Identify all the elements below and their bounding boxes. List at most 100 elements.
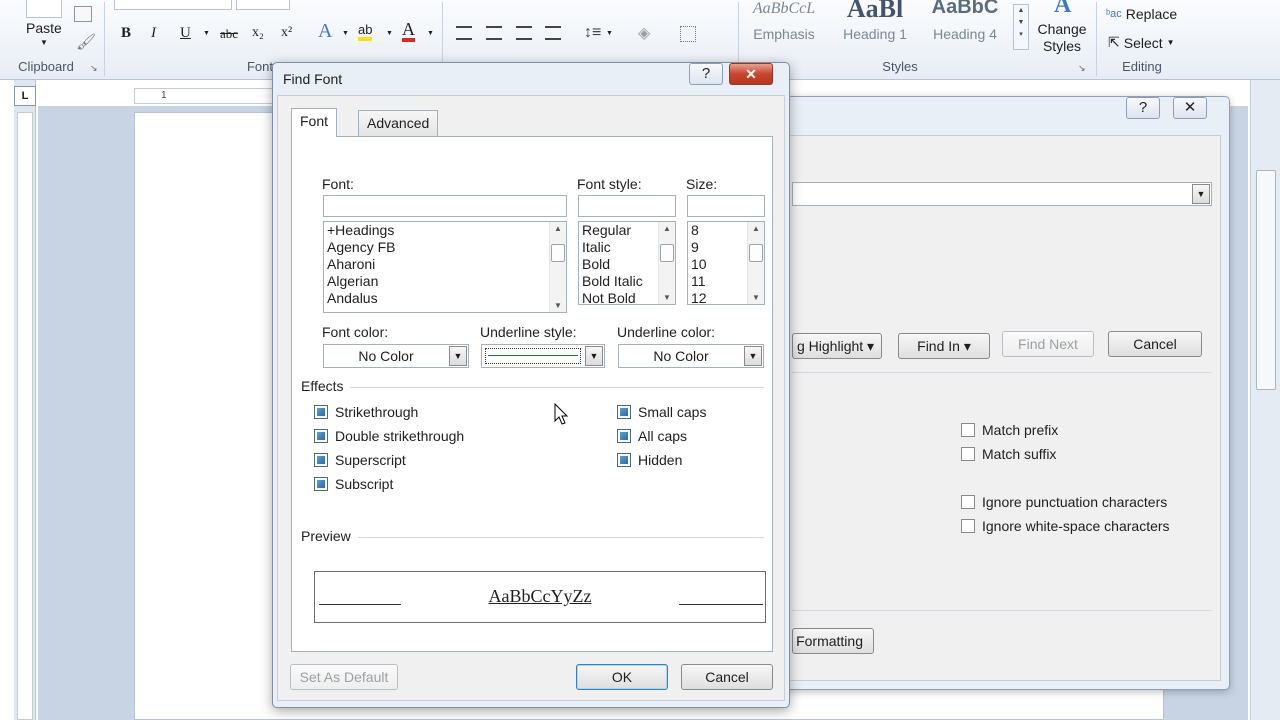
change-styles-button[interactable]: Change Styles [1034,21,1090,55]
mouse-cursor-icon [554,403,569,425]
underline-button[interactable]: U [180,25,191,42]
font-color-select[interactable]: No Color ▼ [323,344,469,368]
find-what-combo[interactable]: ▼ [792,182,1212,206]
tab-advanced[interactable]: Advanced [358,110,439,136]
scrollbar-thumb[interactable] [1256,170,1276,390]
list-item[interactable]: Agency FB [324,239,566,256]
copy-icon[interactable] [74,6,92,22]
font-style-list[interactable]: Regular Italic Bold Bold Italic Not Bold… [578,221,676,305]
close-icon[interactable]: ✕ [729,63,773,85]
highlight-button[interactable]: ab [358,23,373,41]
scroll-up-icon: ▲ [554,224,562,233]
shading-icon[interactable]: ◈ [638,23,650,43]
list-item[interactable]: Algerian [324,273,566,290]
subscript-button[interactable]: x₂ [252,25,264,41]
list-item[interactable]: Aharoni [324,256,566,273]
underline-color-label: Underline color: [617,324,716,340]
justify-icon[interactable] [545,26,561,40]
cancel-button[interactable]: Cancel [681,664,773,690]
font-style-label: Font style: [577,176,642,192]
font-name-input[interactable] [323,195,567,217]
subscript-checkbox[interactable]: Subscript [314,476,393,492]
superscript-checkbox[interactable]: Superscript [314,452,406,468]
chevron-down-icon[interactable]: ▼ [744,346,762,366]
format-painter-icon[interactable]: 🖌 [76,32,96,52]
scroll-down-icon: ▼ [663,293,671,302]
ignore-whitespace-checkbox[interactable]: Ignore white-space characters [961,518,1170,534]
formatting-button[interactable]: Formatting [792,628,874,654]
vertical-scrollbar[interactable] [1250,80,1280,720]
font-size-input[interactable] [687,195,765,217]
styles-launcher-icon[interactable]: ↘ [1078,63,1086,74]
underline-dropdown-icon[interactable]: ▼ [203,30,210,37]
effects-heading: Effects [301,378,344,394]
align-left-icon[interactable] [456,26,472,40]
style-name-emphasis[interactable]: Emphasis [744,26,824,42]
align-right-icon[interactable] [516,26,532,40]
strikethrough-checkbox[interactable]: Strikethrough [314,404,418,420]
cancel-button[interactable]: Cancel [1108,331,1202,357]
underline-style-select[interactable]: ▼ [481,344,605,368]
italic-button[interactable]: I [151,25,156,42]
font-size-combo[interactable] [236,0,290,10]
font-name-combo[interactable] [114,0,232,10]
underline-color-select[interactable]: No Color ▼ [618,344,764,368]
clipboard-launcher-icon[interactable]: ↘ [90,63,98,74]
tab-selector-button[interactable]: L [14,86,36,106]
text-effects-icon[interactable]: A [318,20,332,43]
align-center-icon[interactable] [486,26,502,40]
font-style-input[interactable] [578,195,676,217]
paste-button[interactable]: Paste [26,20,62,36]
style-preview-heading4[interactable]: AaBbC [922,0,1008,19]
find-in-button[interactable]: Find In ▾ [898,333,990,359]
tab-font[interactable]: Font [291,108,338,137]
chevron-down-icon[interactable]: ▼ [1192,184,1210,204]
borders-icon[interactable] [680,26,696,42]
font-list[interactable]: +Headings Agency FB Aharoni Algerian And… [323,221,567,313]
chevron-down-icon[interactable]: ▼ [585,346,603,366]
style-preview-emphasis[interactable]: AaBbCcL [744,0,824,18]
underline-style-label: Underline style: [480,324,577,340]
ok-button[interactable]: OK [576,664,668,690]
style-name-heading1[interactable]: Heading 1 [832,26,918,42]
select-button[interactable]: ⇱ Select ▼ [1108,34,1175,51]
match-suffix-checkbox[interactable]: Match suffix [961,446,1056,462]
style-name-heading4[interactable]: Heading 4 [922,26,1008,42]
font-color-dropdown-icon[interactable]: ▼ [427,30,434,37]
styles-scroll-icon[interactable]: ▲ ▼ ▾ [1013,4,1029,50]
strikethrough-button[interactable]: abc [220,26,238,42]
size-list-scrollbar[interactable]: ▲ ▼ [747,222,764,304]
font-tab-panel: Font: Font style: Size: +Headings Agency… [291,136,773,652]
text-effects-dropdown-icon[interactable]: ▼ [342,30,349,37]
double-strikethrough-checkbox[interactable]: Double strikethrough [314,428,464,444]
hidden-checkbox[interactable]: Hidden [617,452,682,468]
help-icon[interactable]: ? [1126,97,1160,119]
preview-box: AaBbCcYyZz [314,571,766,623]
ignore-punctuation-checkbox[interactable]: Ignore punctuation characters [961,494,1167,510]
list-item[interactable]: +Headings [324,222,566,239]
style-list-scrollbar[interactable]: ▲ ▼ [658,222,675,304]
chevron-down-icon[interactable]: ▼ [449,346,467,366]
line-spacing-dropdown-icon[interactable]: ▼ [606,30,613,37]
clipboard-group-label: Clipboard [18,59,74,74]
set-as-default-button[interactable]: Set As Default [290,664,398,690]
font-size-list[interactable]: 8 9 10 11 12 ▲ ▼ [687,221,765,305]
highlight-dropdown-icon[interactable]: ▼ [386,30,393,37]
paste-icon[interactable] [26,0,62,18]
all-caps-checkbox[interactable]: All caps [617,428,687,444]
font-list-scrollbar[interactable]: ▲ ▼ [549,222,566,312]
reading-highlight-button[interactable]: g Highlight ▾ [792,333,882,359]
find-next-button[interactable]: Find Next [1002,331,1094,357]
match-prefix-checkbox[interactable]: Match prefix [961,422,1058,438]
font-color-button[interactable]: A [402,20,415,42]
help-icon[interactable]: ? [689,63,723,85]
bold-button[interactable]: B [121,25,131,42]
replace-button[interactable]: ᵇac Replace [1106,6,1177,22]
line-spacing-icon[interactable]: ↕≡ [584,24,601,42]
paste-dropdown-icon[interactable]: ▼ [40,38,48,47]
list-item[interactable]: Andalus [324,290,566,307]
small-caps-checkbox[interactable]: Small caps [617,404,706,420]
style-preview-heading1[interactable]: AaBl [832,0,918,24]
superscript-button[interactable]: x² [281,25,292,41]
close-icon[interactable]: ✕ [1173,97,1207,119]
